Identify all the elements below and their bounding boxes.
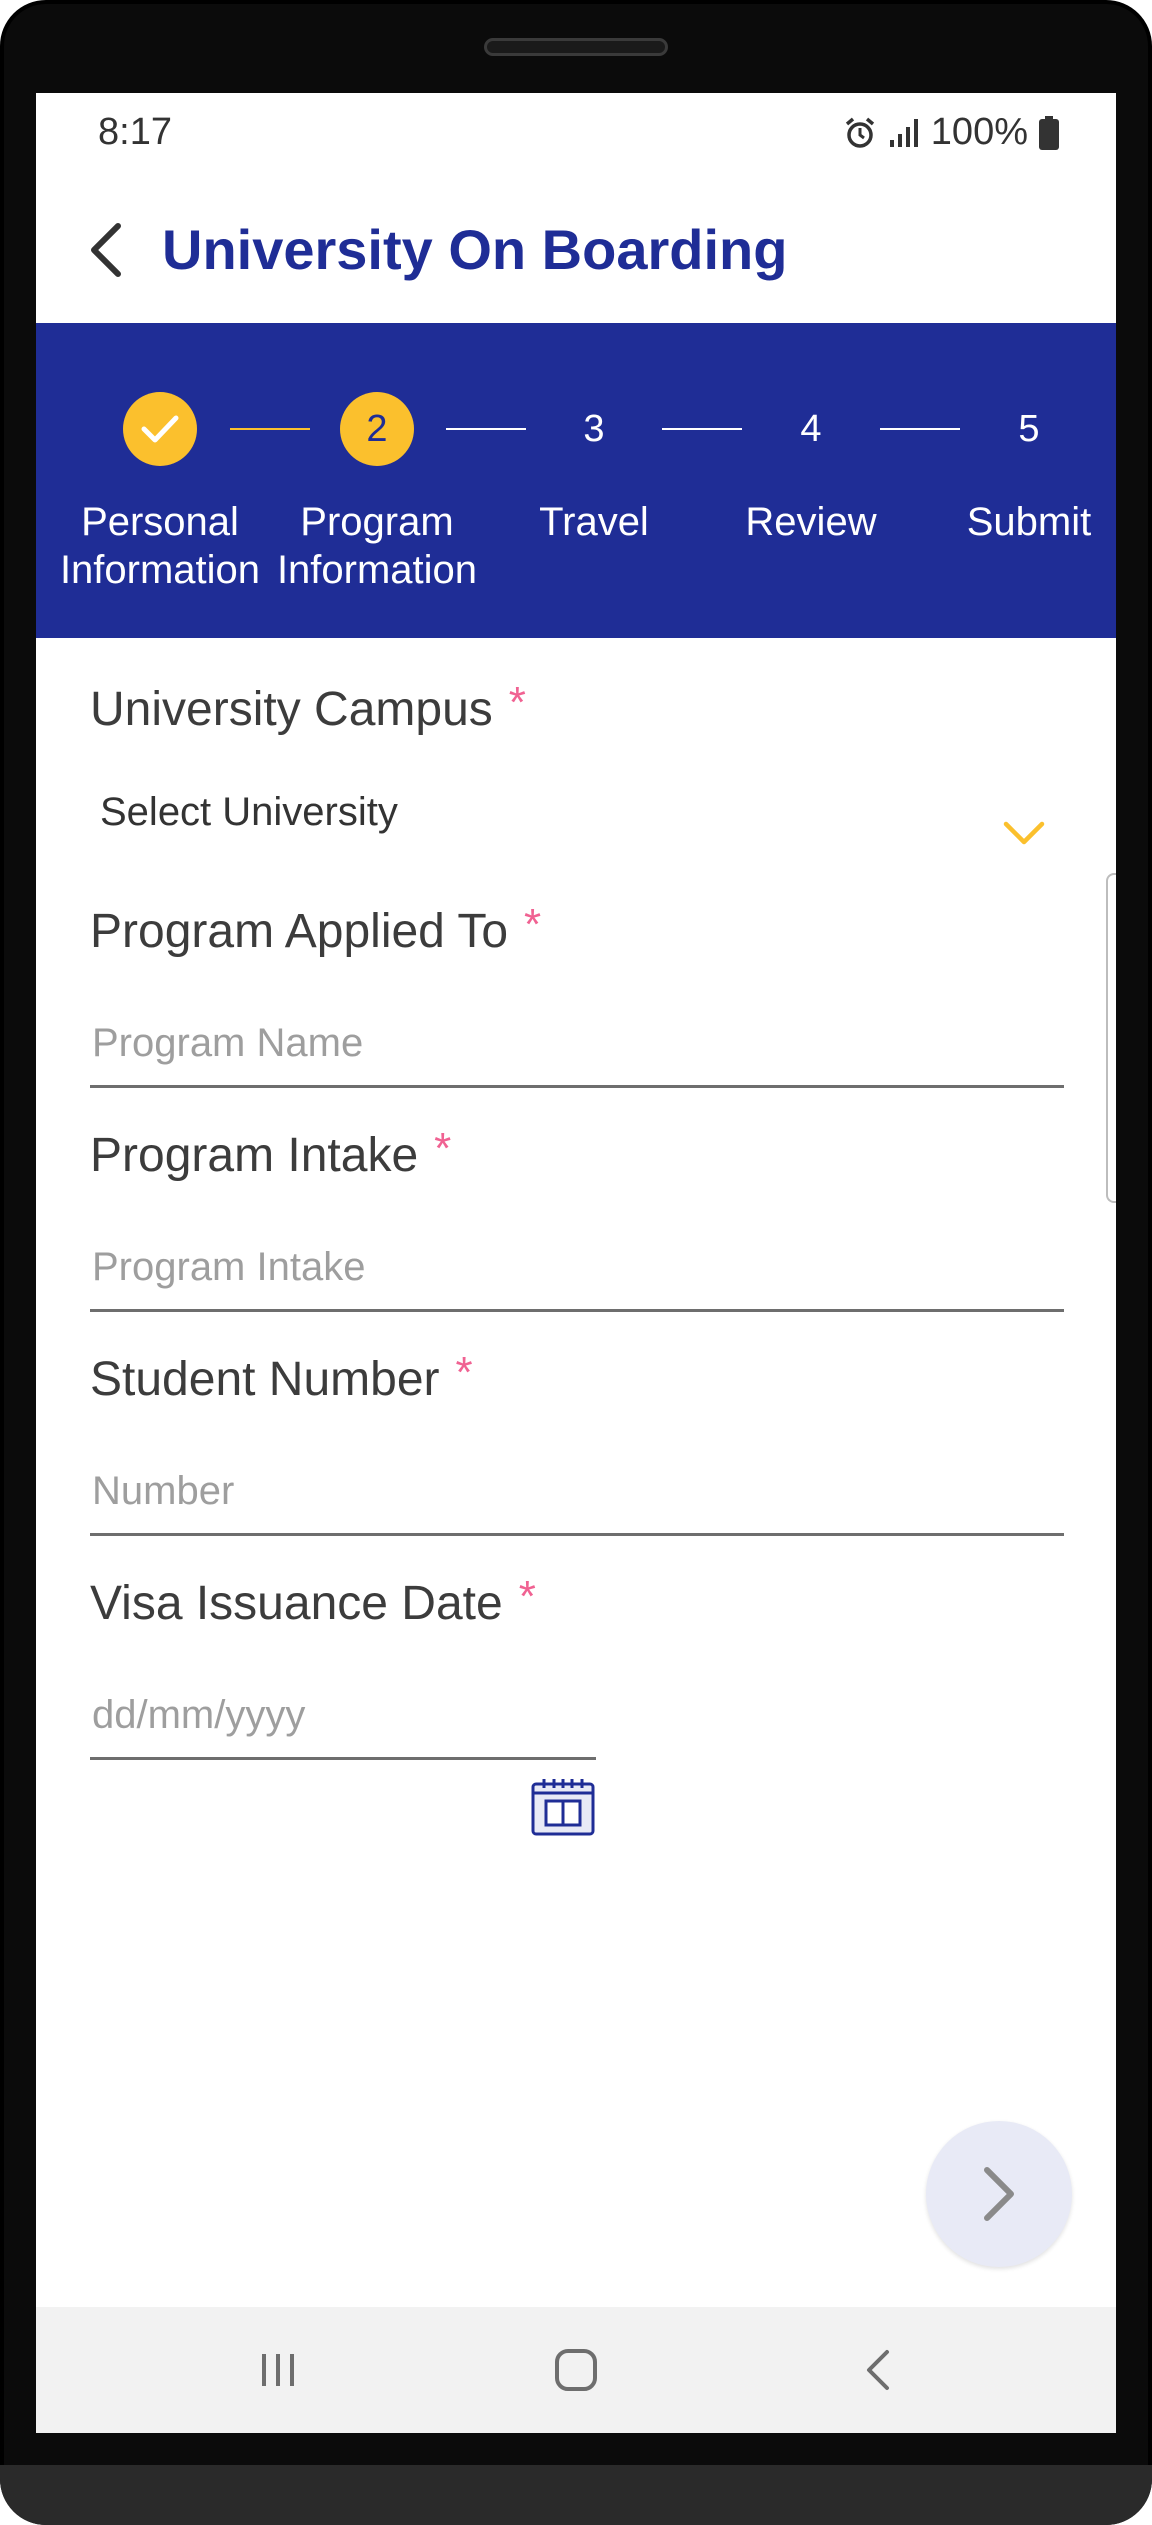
university-campus-select[interactable]: Select University xyxy=(100,790,398,835)
step-1-indicator[interactable] xyxy=(123,392,197,466)
system-navigation-bar xyxy=(36,2307,1116,2433)
phone-screen: 8:17 100% University On Boarding Persona… xyxy=(36,93,1116,2433)
step-connector-1 xyxy=(230,428,310,430)
status-icons: 100% xyxy=(843,111,1060,154)
progress-stepper: Personal Information 2 Program Informati… xyxy=(36,323,1116,638)
home-icon xyxy=(555,2349,597,2391)
step-2-label: Program Information xyxy=(276,500,478,592)
step-5-label: Submit xyxy=(966,500,1092,544)
university-campus-label: University Campus * xyxy=(90,678,526,736)
student-number-input[interactable] xyxy=(90,1466,1064,1536)
home-button[interactable] xyxy=(536,2337,616,2403)
step-4-indicator[interactable]: 4 xyxy=(774,392,848,466)
step-3-indicator[interactable]: 3 xyxy=(557,392,631,466)
page-title: University On Boarding xyxy=(162,218,788,281)
required-marker: * xyxy=(518,1572,536,1621)
program-intake-label: Program Intake * xyxy=(90,1124,452,1182)
check-icon xyxy=(141,415,179,443)
device-frame: 8:17 100% University On Boarding Persona… xyxy=(0,0,1152,2525)
edge-panel-handle[interactable] xyxy=(1106,873,1116,1203)
app-header: University On Boarding xyxy=(36,175,1116,323)
battery-icon xyxy=(1038,115,1060,151)
visa-issuance-date-label: Visa Issuance Date * xyxy=(90,1572,536,1630)
step-connector-2 xyxy=(446,428,526,430)
device-bottom-edge xyxy=(0,2465,1152,2525)
signal-icon xyxy=(887,116,921,150)
earpiece-speaker xyxy=(484,38,668,56)
back-icon xyxy=(867,2350,889,2390)
step-1-label: Personal Information xyxy=(59,500,261,592)
step-5-indicator[interactable]: 5 xyxy=(992,392,1066,466)
program-name-input[interactable] xyxy=(90,1018,1064,1088)
program-applied-label: Program Applied To * xyxy=(90,900,542,958)
student-number-label: Student Number * xyxy=(90,1348,473,1406)
step-4-label: Review xyxy=(745,500,877,544)
required-marker: * xyxy=(524,900,542,949)
chevron-down-icon[interactable] xyxy=(1002,818,1046,848)
battery-text: 100% xyxy=(930,111,1028,153)
required-marker: * xyxy=(455,1348,473,1397)
back-button[interactable] xyxy=(76,215,136,285)
step-3-label: Travel xyxy=(539,500,649,544)
status-time: 8:17 xyxy=(98,111,172,153)
calendar-icon[interactable] xyxy=(530,1777,596,1837)
required-marker: * xyxy=(434,1124,452,1173)
visa-date-input[interactable] xyxy=(90,1690,596,1760)
recent-apps-button[interactable] xyxy=(238,2337,318,2403)
program-intake-input[interactable] xyxy=(90,1242,1064,1312)
system-back-button[interactable] xyxy=(838,2337,918,2403)
step-connector-4 xyxy=(880,428,960,430)
step-2-indicator[interactable]: 2 xyxy=(340,392,414,466)
status-bar: 8:17 100% xyxy=(36,93,1116,175)
required-marker: * xyxy=(508,678,526,727)
next-step-button[interactable] xyxy=(926,2121,1072,2267)
recent-apps-icon xyxy=(262,2354,294,2386)
step-connector-3 xyxy=(662,428,742,430)
chevron-left-icon xyxy=(91,223,121,277)
alarm-icon xyxy=(843,116,877,150)
chevron-right-icon xyxy=(984,2167,1014,2221)
